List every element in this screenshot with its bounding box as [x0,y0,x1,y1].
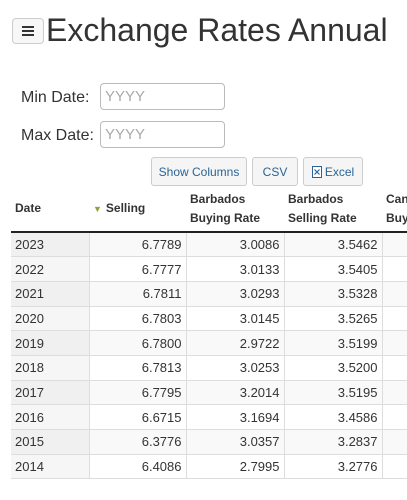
table-cell-value: 6.7789 [89,232,187,258]
table-cell-date: 2023 [11,232,90,258]
table-row: 2023 6.7789 3.0086 3.5462 [11,232,407,258]
table-cell-value [382,256,407,282]
column-header-barbados-buying[interactable]: Barbados Buying Rate [186,186,284,233]
table-row: 2020 6.7803 3.0145 3.5265 [11,306,407,332]
table-cell-date: 2017 [11,380,90,406]
table-cell-value: 3.5265 [284,306,383,332]
table-cell-date: 2022 [11,256,90,282]
table-cell-value [382,429,407,455]
table-cell-value: 3.4586 [284,404,383,430]
table-cell-value: 6.7800 [89,330,187,356]
csv-button[interactable]: CSV [252,157,298,186]
table-cell-date: 2014 [11,454,90,480]
table-cell-value [382,232,407,258]
table-cell-value: 3.5195 [284,380,383,406]
excel-label: Excel [324,164,355,179]
table-cell-date: 2016 [11,404,90,430]
column-header-selling[interactable]: ▼ Selling [89,186,186,233]
table-cell-value: 3.2014 [186,380,285,406]
table-cell-date: 2018 [11,355,90,381]
column-header-canada-buying[interactable]: Can Buyi [382,186,407,233]
exchange-rates-table: Date ▼ Selling Barbados Buying Rate Barba… [11,186,407,500]
menu-button[interactable] [12,18,44,44]
table-row: 2021 6.7811 3.0293 3.5328 [11,281,407,307]
max-date-label: Max Date: [21,127,94,144]
table-cell-value: 3.5328 [284,281,383,307]
table-cell-value: 3.5405 [284,256,383,282]
table-cell-value: 6.6715 [89,404,187,430]
table-cell-value: 2.9722 [186,330,285,356]
table-row: 2019 6.7800 2.9722 3.5199 [11,330,407,356]
table-cell-value: 3.5199 [284,330,383,356]
hamburger-menu-icon [22,26,34,36]
table-cell-value: 6.7795 [89,380,187,406]
table-cell-value: 3.1694 [186,404,285,430]
table-cell-value: 6.7813 [89,355,187,381]
table-cell-value [382,330,407,356]
csv-label: CSV [262,164,288,179]
table-cell-value: 2.7995 [186,454,285,480]
table-cell-date: 2020 [11,306,90,332]
table-cell-value: 3.2837 [284,429,383,455]
table-cell-value: 6.7811 [89,281,187,307]
table-cell-value [382,404,407,430]
show-columns-button[interactable]: Show Columns [151,157,247,186]
max-date-input[interactable] [100,121,225,148]
table-cell-value: 6.4086 [89,454,187,480]
table-cell-value: 3.0133 [186,256,285,282]
page-title: Exchange Rates Annual [46,12,388,48]
table-cell-value: 6.7777 [89,256,187,282]
table-cell-value [382,380,407,406]
table-cell-value: 6.3776 [89,429,187,455]
table-row: 2015 6.3776 3.0357 3.2837 [11,429,407,455]
table-header-row: Date ▼ Selling Barbados Buying Rate Barba… [11,186,407,233]
table-cell-value: 3.5462 [284,232,383,258]
table-cell-date: 2015 [11,429,90,455]
table-cell-value: 3.0357 [186,429,285,455]
table-row: 2016 6.6715 3.1694 3.4586 [11,404,407,430]
table-cell-value [382,281,407,307]
sort-descending-icon: ▼ [93,203,102,214]
table-cell-value: 3.0253 [186,355,285,381]
table-row: 2017 6.7795 3.2014 3.5195 [11,380,407,406]
table-cell-value: 6.7803 [89,306,187,332]
show-columns-label: Show Columns [158,164,240,179]
table-row: 2018 6.7813 3.0253 3.5200 [11,355,407,381]
table-cell-date: 2021 [11,281,90,307]
table-cell-value: 3.5200 [284,355,383,381]
table-cell-value [382,306,407,332]
table-row: 2022 6.7777 3.0133 3.5405 [11,256,407,282]
column-header-barbados-selling[interactable]: Barbados Selling Rate [284,186,382,233]
excel-file-icon [311,165,322,178]
table-cell-date: 2019 [11,330,90,356]
min-date-label: Min Date: [21,89,90,106]
table-row: 2014 6.4086 2.7995 3.2776 [11,454,407,480]
table-cell-value: 3.2776 [284,454,383,480]
table-cell-value: 3.0145 [186,306,285,332]
table-cell-value: 3.0086 [186,232,285,258]
table-cell-value [382,355,407,381]
table-cell-value: 3.0293 [186,281,285,307]
min-date-input[interactable] [100,83,225,110]
table-cell-value [382,454,407,480]
column-header-date[interactable]: Date [11,186,89,233]
excel-button[interactable]: Excel [303,157,363,186]
